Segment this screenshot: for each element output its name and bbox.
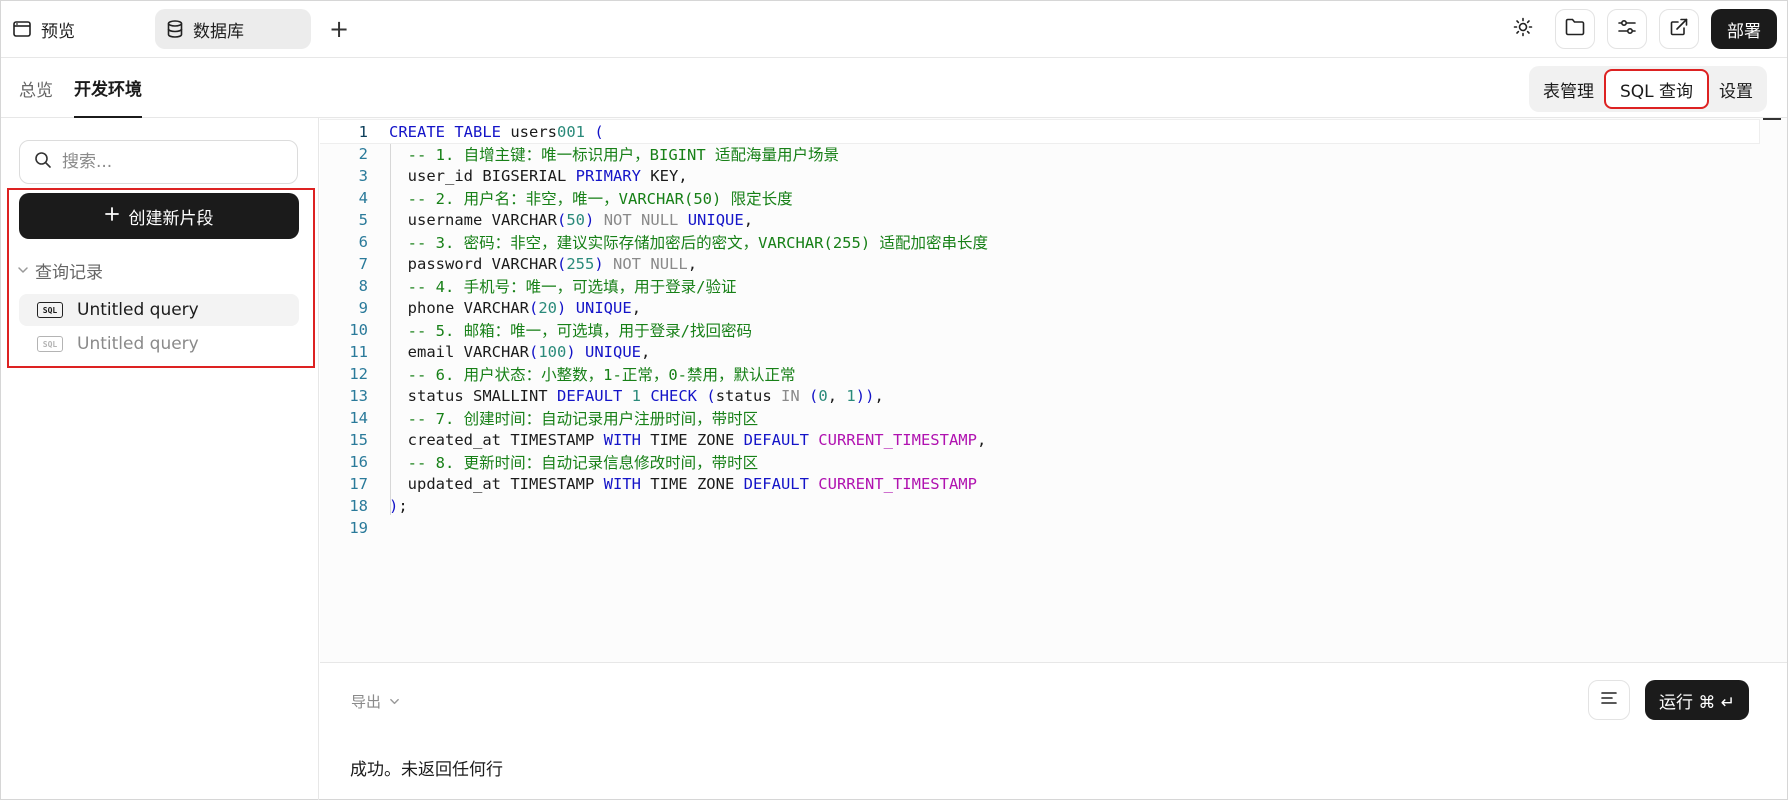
window-icon [13, 21, 31, 37]
search-box[interactable] [19, 140, 298, 184]
code-text: -- 3. 密码：非空，建议实际存储加密后的密文，VARCHAR(255) 适配… [407, 233, 988, 252]
code-text: -- 5. 邮箱：唯一，可选填，用于登录/找回密码 [407, 321, 752, 340]
line-number: 10 [349, 320, 368, 339]
open-external-button[interactable] [1659, 9, 1699, 49]
code-text: user_id BIGSERIAL PRIMARY KEY, [389, 166, 688, 185]
line-number: 4 [358, 188, 368, 207]
folder-icon [1565, 18, 1585, 40]
export-label: 导出 [351, 693, 382, 711]
chevron-down-icon [389, 693, 400, 711]
tab-overview[interactable]: 总览 [19, 58, 53, 118]
sub-header: 总览 开发环境 表管理 SQL 查询 设置 [1, 58, 1787, 118]
line-number: 17 [349, 474, 368, 493]
top-bar: 预览 数据库 + 部署 [1, 1, 1787, 58]
code-text: -- 6. 用户状态：小整数，1-正常，0-禁用，默认正常 [407, 365, 796, 384]
line-number: 13 [349, 386, 368, 405]
line-number: 7 [358, 254, 368, 273]
line-number: 3 [358, 166, 368, 185]
line-number: 1 [358, 122, 368, 141]
code-text: password VARCHAR(255) NOT NULL, [389, 254, 698, 273]
scrollbar-thumb[interactable] [1763, 118, 1781, 120]
query-history-label: 查询记录 [35, 263, 103, 283]
folder-button[interactable] [1555, 9, 1595, 49]
tab-label: 预览 [41, 21, 75, 42]
line-number: 16 [349, 452, 368, 471]
tab-preview[interactable]: 预览 [1, 9, 87, 49]
create-snippet-label: 创建新片段 [128, 208, 214, 229]
run-button[interactable]: 运行 ⌘ ↵ [1645, 680, 1750, 720]
tab-label: 数据库 [193, 21, 244, 42]
deploy-button[interactable]: 部署 [1711, 9, 1777, 49]
query-item[interactable]: SQL Untitled query [19, 328, 299, 360]
code-text: CREATE TABLE users001 ( [389, 122, 604, 141]
line-number: 15 [349, 430, 368, 449]
sun-icon [1513, 17, 1533, 41]
line-number: 18 [349, 496, 368, 515]
code-text: updated_at TIMESTAMP WITH TIME ZONE DEFA… [389, 474, 977, 493]
export-dropdown[interactable]: 导出 [351, 691, 400, 712]
database-icon [167, 20, 183, 38]
result-message: 成功。未返回任何行 [350, 760, 503, 780]
settings-sliders-button[interactable] [1607, 9, 1647, 49]
line-number: 14 [349, 408, 368, 427]
sql-file-icon: SQL [37, 336, 63, 352]
code-text: status SMALLINT DEFAULT 1 CHECK (status … [389, 386, 884, 405]
sql-file-icon: SQL [37, 302, 63, 318]
sql-editor[interactable]: 1 CREATE TABLE users001 ( 2 -- 1. 自增主键：唯一标… [320, 118, 1787, 663]
line-number: 6 [358, 232, 368, 251]
chevron-down-icon [17, 261, 29, 281]
line-number: 12 [349, 364, 368, 383]
code-text: -- 2. 用户名：非空，唯一，VARCHAR(50) 限定长度 [407, 189, 793, 208]
code-text: email VARCHAR(100) UNIQUE, [389, 342, 651, 361]
search-input[interactable] [62, 152, 262, 172]
sidebar: 创建新片段 查询记录 SQL Untitled query SQL Untitl… [1, 118, 319, 800]
plus-icon [104, 206, 119, 226]
search-icon [34, 151, 52, 173]
code-text: phone VARCHAR(20) UNIQUE, [389, 298, 642, 317]
query-item-label: Untitled query [77, 334, 199, 354]
query-history-header[interactable]: 查询记录 [17, 258, 103, 283]
tab-settings[interactable]: 设置 [1709, 69, 1763, 109]
add-tab-button[interactable]: + [325, 15, 353, 43]
tab-database[interactable]: 数据库 [155, 9, 311, 49]
align-left-icon [1600, 690, 1618, 710]
sliders-icon [1617, 17, 1637, 41]
code-text: -- 7. 创建时间：自动记录用户注册时间，带时区 [407, 409, 759, 428]
top-actions: 部署 [1503, 9, 1777, 49]
code-text: ); [389, 496, 408, 515]
query-item-label: Untitled query [77, 300, 199, 320]
query-item[interactable]: SQL Untitled query [19, 294, 299, 326]
result-panel: 导出 运行 ⌘ ↵ 成功。未返回任何行 [320, 663, 1787, 800]
line-number: 5 [358, 210, 368, 229]
line-number: 19 [349, 518, 368, 537]
tab-dev-environment[interactable]: 开发环境 [74, 58, 142, 118]
line-number: 8 [358, 276, 368, 295]
tab-sql-query[interactable]: SQL 查询 [1603, 69, 1709, 109]
code-text: -- 1. 自增主键：唯一标识用户，BIGINT 适配海量用户场景 [407, 145, 839, 164]
line-number: 2 [358, 144, 368, 163]
external-link-icon [1669, 17, 1689, 41]
line-number: 9 [358, 298, 368, 317]
format-button[interactable] [1588, 680, 1630, 720]
theme-toggle-button[interactable] [1503, 9, 1543, 49]
code-text: -- 4. 手机号：唯一，可选填，用于登录/验证 [407, 277, 737, 296]
line-number: 11 [349, 342, 368, 361]
tab-table-management[interactable]: 表管理 [1533, 69, 1604, 109]
code-text: username VARCHAR(50) NOT NULL UNIQUE, [389, 210, 754, 229]
create-snippet-button[interactable]: 创建新片段 [19, 193, 299, 239]
app-window: 预览 数据库 + 部署 总览 开发环境 表管理 SQL 查询 设置 搜索... … [0, 0, 1788, 800]
code-line[interactable]: 19 [320, 515, 1760, 540]
code-text: created_at TIMESTAMP WITH TIME ZONE DEFA… [389, 430, 987, 449]
view-switcher: 表管理 SQL 查询 设置 [1528, 66, 1767, 112]
code-text: -- 8. 更新时间：自动记录信息修改时间，带时区 [407, 453, 759, 472]
